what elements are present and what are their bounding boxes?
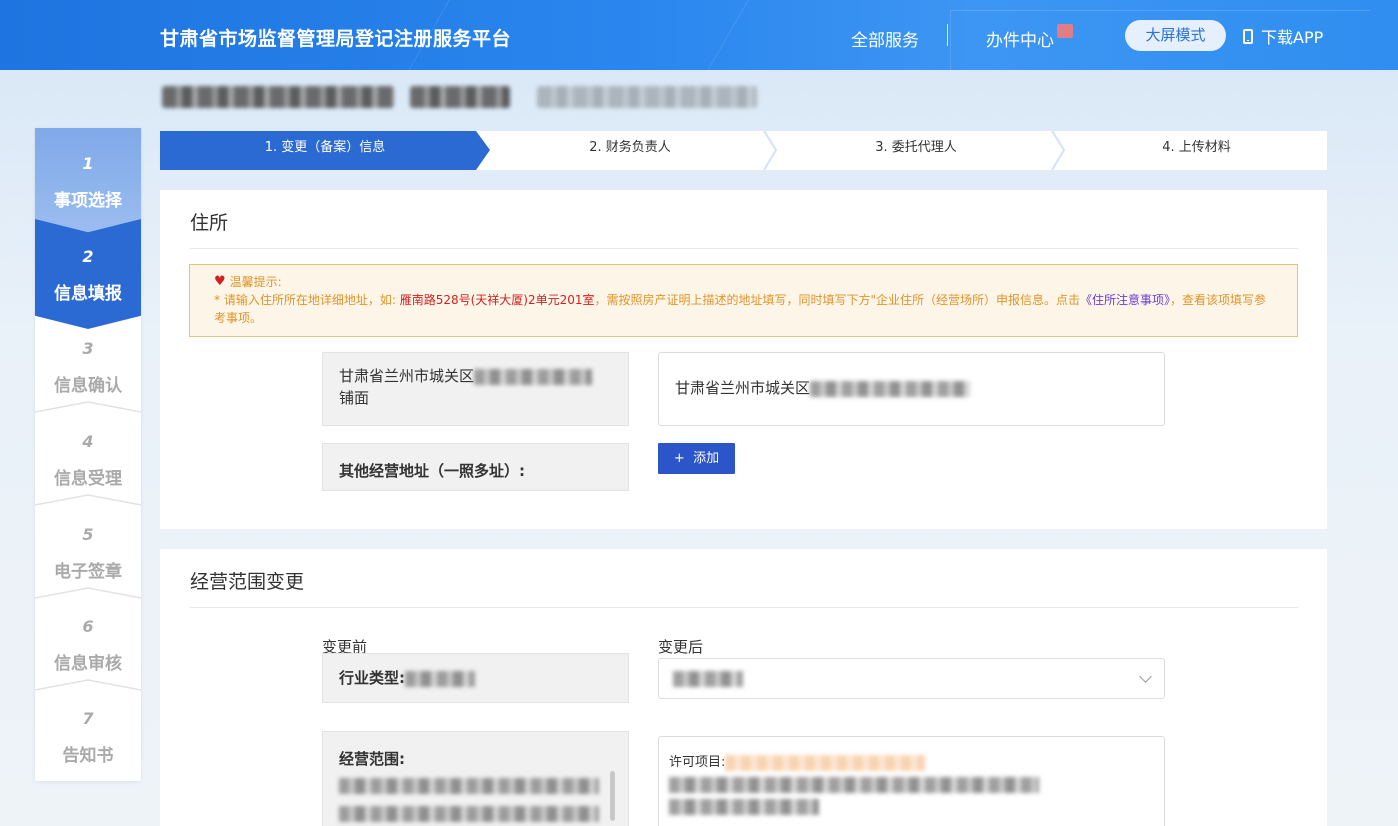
tip-text: ，需按照房产证明上描述的地址填写，同时填写下方"企业住所（经营场所）申报信息。点… <box>594 293 1081 307</box>
download-app-label: 下载APP <box>1261 28 1324 47</box>
step-label: 告知书 <box>62 746 114 766</box>
permit-label: 许可项目: <box>669 755 726 770</box>
address-section: 住所 ♥ 温馨提示: * 请输入住所所在地详细地址，如: 雁南路528号(天祥大… <box>160 190 1327 529</box>
step-number: 3 <box>82 339 94 358</box>
redacted-text <box>810 380 971 397</box>
nav-office-center[interactable]: 办件中心 <box>986 26 1054 51</box>
step-label: 信息填报 <box>54 284 122 304</box>
industry-type-before: 行业类型: <box>322 653 629 703</box>
industry-type-select[interactable] <box>658 658 1165 699</box>
stepper-divider <box>1051 131 1066 170</box>
stepper-tab-finance-head[interactable]: 2. 财务负责人 <box>490 131 770 170</box>
stepper-tab-agent[interactable]: 3. 委托代理人 <box>778 131 1054 170</box>
heart-icon: ♥ <box>214 274 226 289</box>
redacted-text <box>669 798 819 815</box>
step-number: 2 <box>82 247 94 266</box>
form-stepper: 1. 变更（备案）信息 2. 财务负责人 3. 委托代理人 4. 上传材料 <box>160 131 1327 170</box>
section-title: 住所 <box>190 212 229 234</box>
address-notes-link[interactable]: 《住所注意事项》 <box>1080 293 1170 307</box>
industry-label: 行业类型: <box>339 669 405 687</box>
redacted-text <box>339 805 599 822</box>
step-number: 6 <box>82 617 94 636</box>
warm-tip-box: ♥ 温馨提示: * 请输入住所所在地详细地址，如: 雁南路528号(天祥大厦)2… <box>189 264 1298 337</box>
stepper-divider <box>763 131 778 170</box>
notification-badge <box>1057 24 1073 38</box>
phone-icon <box>1243 28 1253 44</box>
redacted-text <box>339 777 599 794</box>
scope-scrollbar[interactable] <box>610 771 615 821</box>
step-number: 5 <box>82 525 94 544</box>
step-label: 信息受理 <box>54 469 122 489</box>
other-address-label: 其他经营地址（一照多址）: <box>322 443 629 491</box>
after-change-label: 变更后 <box>658 638 704 656</box>
redacted-company-name <box>162 86 762 110</box>
tip-heading: 温馨提示: <box>229 275 282 289</box>
scope-after-textarea[interactable]: 许可项目: <box>658 736 1165 826</box>
redacted-text <box>725 754 926 771</box>
platform-title: 甘肃省市场监督管理局登记注册服务平台 <box>160 28 512 50</box>
stepper-tab-upload[interactable]: 4. 上传材料 <box>1066 131 1327 170</box>
top-header: 甘肃省市场监督管理局登记注册服务平台 全部服务 办件中心 大屏模式 下载APP <box>0 0 1398 70</box>
address-text: 甘肃省兰州市城关区 <box>675 379 811 397</box>
scope-label: 经营范围: <box>339 750 405 768</box>
step-number: 1 <box>82 154 94 173</box>
step-item-notice: 7 告知书 <box>35 683 141 776</box>
address-text: 甘肃省兰州市城关区 <box>339 367 475 385</box>
step-item-confirm: 3 信息确认 <box>35 313 141 406</box>
address-text: 铺面 <box>339 389 370 407</box>
step-label: 电子签章 <box>54 562 122 582</box>
old-address-label: 甘肃省兰州市城关区 铺面 <box>322 352 629 426</box>
step-label: 信息确认 <box>54 376 122 396</box>
step-item-e-signature: 5 电子签章 <box>35 499 141 592</box>
redacted-text <box>405 670 475 687</box>
step-label: 事项选择 <box>54 191 122 211</box>
big-screen-mode-button[interactable]: 大屏模式 <box>1125 20 1226 51</box>
section-divider <box>190 607 1298 608</box>
redacted-text <box>673 671 743 687</box>
step-item-accept: 4 信息受理 <box>35 406 141 499</box>
download-app-link[interactable]: 下载APP <box>1243 24 1323 48</box>
tip-content: * 请输入住所所在地详细地址，如: 雁南路528号(天祥大厦)2单元201室，需… <box>214 291 1273 327</box>
stepper-tab-change-info[interactable]: 1. 变更（备案）信息 <box>160 131 490 170</box>
redacted-text <box>474 368 593 385</box>
scope-before: 经营范围: <box>322 731 629 826</box>
section-divider <box>190 248 1298 249</box>
plus-icon: + <box>673 451 685 466</box>
tip-example: 雁南路528号(天祥大厦)2单元201室 <box>399 293 595 307</box>
step-label: 信息审核 <box>54 654 122 674</box>
business-scope-section: 经营范围变更 变更前 变更后 行业类型: 经营范围: 许可项目: <box>160 549 1327 826</box>
add-address-button[interactable]: + 添加 <box>658 443 735 474</box>
step-item-selection[interactable]: 1 事项选择 <box>35 128 141 236</box>
step-item-review: 6 信息审核 <box>35 591 141 684</box>
add-button-label: 添加 <box>693 451 720 466</box>
tip-text: * 请输入住所所在地详细地址，如: <box>214 293 400 307</box>
new-address-input[interactable]: 甘肃省兰州市城关区 <box>658 352 1165 426</box>
redacted-text <box>669 776 1039 793</box>
chevron-down-icon <box>1139 670 1152 683</box>
step-number: 7 <box>82 709 94 728</box>
step-number: 4 <box>82 432 94 451</box>
process-steps-sidebar: 1 事项选择 2 信息填报 3 信息确认 4 信息受理 5 电子签章 6 信息审… <box>35 128 141 781</box>
section-title: 经营范围变更 <box>190 571 305 593</box>
nav-all-services[interactable]: 全部服务 <box>851 26 919 51</box>
nav-divider <box>947 24 948 46</box>
